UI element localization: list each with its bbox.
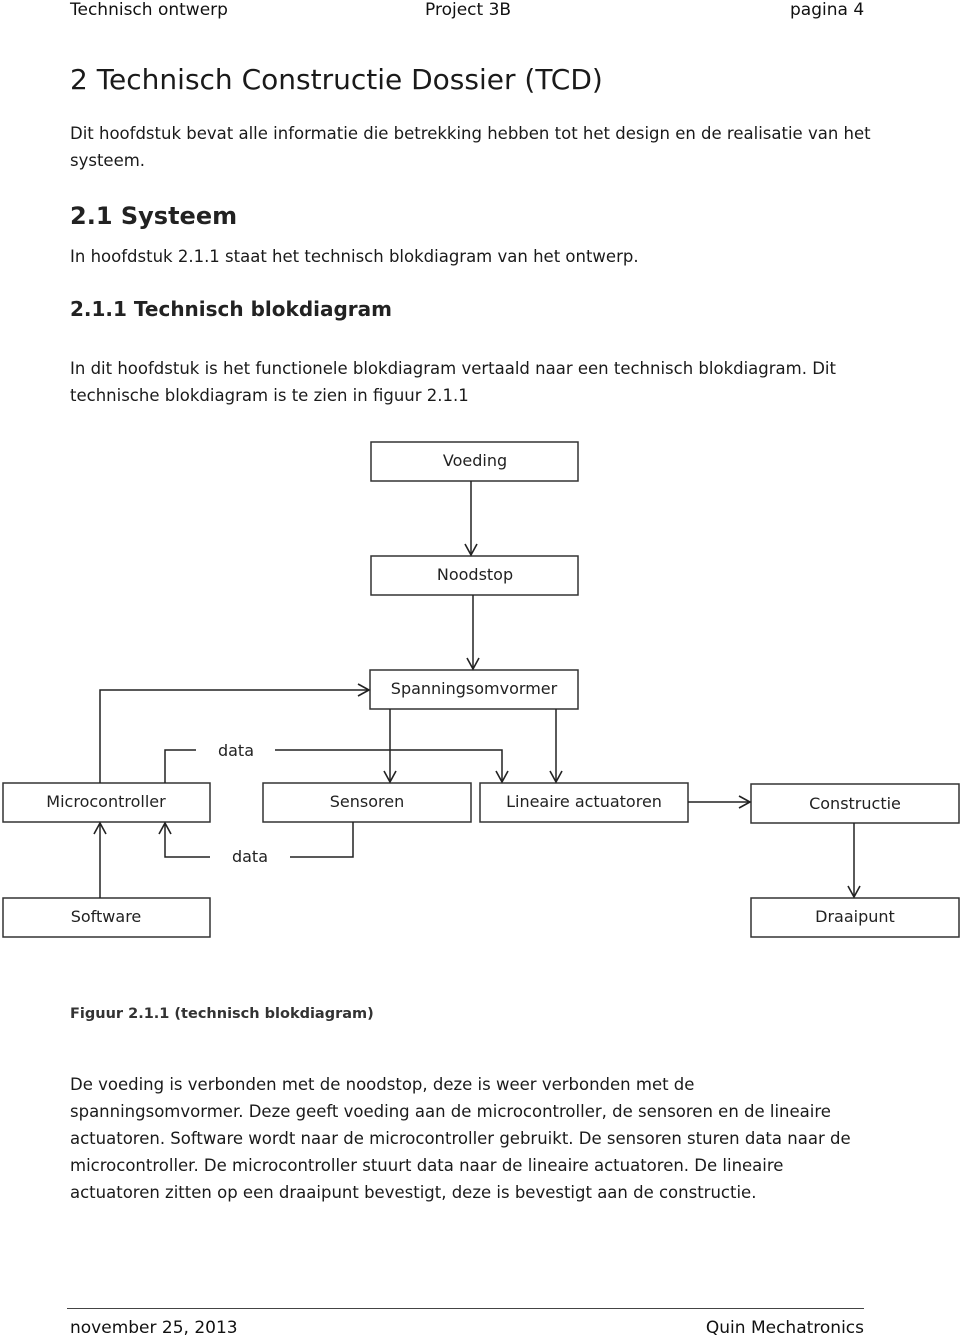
footer-date: november 25, 2013 [70,1318,238,1338]
block-label-spanningsomvormer: Spanningsomvormer [391,679,558,698]
block-label-noodstop: Noodstop [437,565,513,584]
block-label-constructie: Constructie [809,794,901,813]
edge-label-data-out: data [218,741,254,760]
arrow-data-to-microcontroller [158,821,210,858]
footer-divider [67,1308,864,1309]
line-microcontroller-data-out [164,749,196,783]
edge-label-data-in: data [232,847,268,866]
arrow-data-to-actuatoren [275,749,509,784]
block-label-voeding: Voeding [443,451,507,470]
line-sensoren-data-out [290,822,354,858]
block-label-microcontroller: Microcontroller [46,792,166,811]
figure-caption: Figuur 2.1.1 (technisch blokdiagram) [70,1006,374,1022]
technical-block-diagram: Voeding Noodstop Spanningsomvormer Micro… [2,441,960,938]
body-paragraph: De voeding is verbonden met de noodstop,… [70,1075,851,1202]
arrow-microcontroller-spanningsomvormer [99,683,371,783]
block-label-draaipunt: Draaipunt [815,907,895,926]
block-label-lineaire-actuatoren: Lineaire actuatoren [506,792,662,811]
block-label-sensoren: Sensoren [330,792,404,811]
footer-company: Quin Mechatronics [705,1318,864,1338]
block-label-software: Software [71,907,142,926]
